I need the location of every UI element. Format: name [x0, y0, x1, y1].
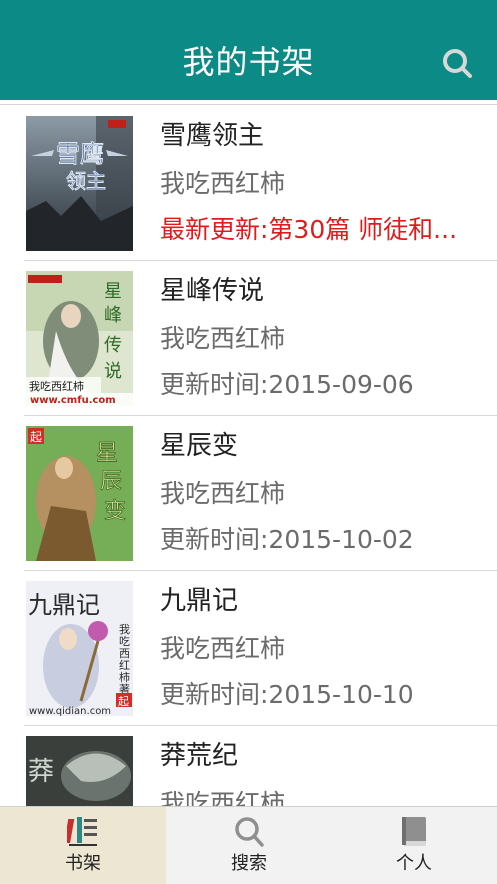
- book-author: 我吃西红柿: [160, 479, 286, 508]
- cover-badge: 起: [30, 430, 42, 444]
- tab-label: 搜索: [231, 853, 267, 874]
- cover-title-line: 说: [104, 361, 122, 382]
- cover-title-line: 雪鹰: [56, 140, 104, 168]
- cover-author-char: 柿: [119, 670, 130, 684]
- bookshelf-icon: [67, 817, 97, 846]
- book-list[interactable]: 雪鹰 领主 雪鹰领主 我吃西红柿 最新更新:第30篇 师徒和... 星 峰 传: [0, 106, 497, 806]
- cover-badge: 起: [118, 695, 129, 708]
- book-row[interactable]: 莽 莽荒纪 我吃西红柿: [0, 726, 497, 806]
- search-icon: [235, 817, 264, 847]
- cover-title-line: 星: [96, 441, 118, 466]
- book-row[interactable]: 九鼎记 我 吃 西 红 柿 著 起 www.qidian.com 九鼎记 我吃西…: [0, 571, 497, 726]
- tab-label: 书架: [65, 853, 101, 874]
- cover-title-line: 九鼎记: [28, 591, 100, 619]
- page-title: 我的书架: [182, 43, 315, 81]
- cover-title-line: 领主: [66, 169, 106, 193]
- book-author: 我吃西红柿: [160, 634, 286, 663]
- book-title: 雪鹰领主: [160, 121, 265, 151]
- book-row[interactable]: 起 星 辰 变 星辰变 我吃西红柿 更新时间:2015-10-02: [0, 416, 497, 571]
- search-button[interactable]: [438, 44, 478, 84]
- cover-title-line: 辰: [100, 469, 122, 494]
- tab-bar: 书架 搜索 个人: [0, 806, 497, 884]
- tab-search[interactable]: 搜索: [166, 807, 332, 884]
- book-cover: 九鼎记 我 吃 西 红 柿 著 起 www.qidian.com: [26, 581, 133, 716]
- book-author: 我吃西红柿: [160, 169, 286, 198]
- book-row[interactable]: 雪鹰 领主 雪鹰领主 我吃西红柿 最新更新:第30篇 师徒和...: [0, 106, 497, 261]
- cover-author: 我吃西红柿: [29, 379, 84, 393]
- cover-title-line: 传: [104, 335, 122, 356]
- book-title: 莽荒纪: [160, 741, 239, 771]
- book-update-time: 更新时间:2015-09-06: [160, 370, 414, 399]
- header-bar: 我的书架: [0, 0, 497, 100]
- tab-label: 个人: [396, 853, 432, 874]
- cover-title-line: 峰: [104, 305, 122, 326]
- book-latest-update: 最新更新:第30篇 师徒和...: [160, 215, 458, 244]
- book-cover: 星 峰 传 说 我吃西红柿 www.cmfu.com: [26, 271, 133, 406]
- book-cover: 起 星 辰 变: [26, 426, 133, 561]
- book-update-time: 更新时间:2015-10-10: [160, 680, 414, 709]
- cover-title-line: 莽: [28, 757, 54, 787]
- cover-title-line: 星: [104, 281, 122, 302]
- header-divider: [0, 104, 497, 105]
- book-title: 星峰传说: [160, 276, 265, 306]
- book-author: 我吃西红柿: [160, 789, 286, 806]
- book-row[interactable]: 星 峰 传 说 我吃西红柿 www.cmfu.com 星峰传说 我吃西红柿 更新…: [0, 261, 497, 416]
- cover-url: www.qidian.com: [29, 706, 111, 716]
- search-icon: [443, 49, 472, 78]
- cover-title-line: 变: [104, 499, 126, 524]
- book-title: 九鼎记: [160, 586, 239, 616]
- cover-url: www.cmfu.com: [30, 395, 116, 406]
- book-title: 星辰变: [160, 431, 239, 461]
- book-icon: [402, 817, 426, 846]
- book-author: 我吃西红柿: [160, 324, 286, 353]
- book-update-time: 更新时间:2015-10-02: [160, 525, 414, 554]
- book-cover: 莽: [26, 736, 133, 806]
- tab-bookshelf[interactable]: 书架: [0, 807, 166, 884]
- book-cover: 雪鹰 领主: [26, 116, 133, 251]
- tab-profile[interactable]: 个人: [331, 807, 497, 884]
